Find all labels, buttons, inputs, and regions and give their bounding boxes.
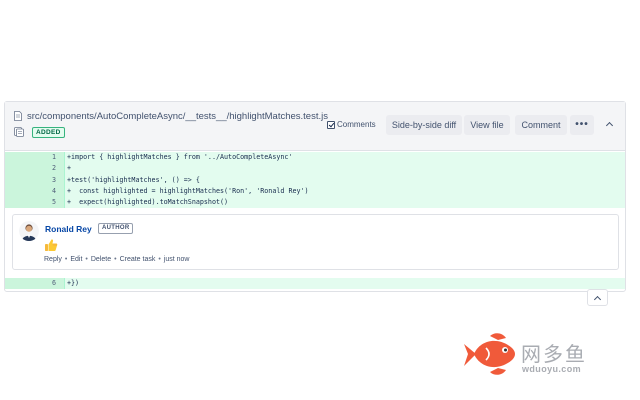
- file-type-icon: [14, 127, 24, 137]
- diff-gutter: 3: [5, 174, 65, 186]
- comments-toggle-label: Comments: [337, 120, 376, 129]
- added-status-badge: ADDED: [32, 127, 65, 138]
- diff-code: + expect(highlighted).toMatchSnapshot(): [67, 198, 229, 207]
- diff-code: +}): [67, 279, 80, 287]
- reply-link[interactable]: Reply: [44, 256, 62, 263]
- thumbs-up-icon: [45, 239, 58, 251]
- comment-timestamp[interactable]: just now: [164, 256, 190, 263]
- comment-button[interactable]: Comment: [515, 115, 567, 135]
- author-badge: AUTHOR: [98, 223, 134, 234]
- diff-line: 1 +import { highlightMatches } from '../…: [5, 152, 625, 164]
- diff-line: 3 +test('highlightMatches', () => {: [5, 174, 625, 186]
- diff-code: +test('highlightMatches', () => {: [67, 175, 200, 184]
- watermark-url: wduoyu.com: [522, 364, 582, 374]
- separator-dot: •: [158, 256, 161, 263]
- diff-line: 2 +: [5, 163, 625, 175]
- side-by-side-diff-button[interactable]: Side-by-side diff: [386, 115, 462, 135]
- comments-checkbox[interactable]: [327, 120, 335, 129]
- diff-code: +import { highlightMatches } from '../Au…: [67, 153, 293, 161]
- diff-line: 6 +}): [5, 278, 625, 290]
- delete-link[interactable]: Delete: [91, 256, 111, 263]
- diff-gutter: 4: [5, 185, 65, 198]
- fish-logo-icon: [464, 333, 515, 375]
- chevron-up-icon: [593, 295, 602, 304]
- line-number[interactable]: 4: [5, 186, 56, 197]
- diff-gutter: 5: [5, 197, 65, 209]
- watermark-title: 网多鱼: [521, 344, 587, 366]
- diff-code: +: [67, 164, 72, 173]
- avatar[interactable]: [19, 221, 39, 241]
- comments-toggle[interactable]: Comments: [327, 120, 376, 129]
- diff-gutter: 1: [5, 152, 65, 164]
- file-path[interactable]: src/components/AutoCompleteAsync/__tests…: [27, 111, 328, 122]
- line-number[interactable]: 6: [5, 278, 56, 289]
- chevron-up-icon: [605, 121, 614, 130]
- separator-dot: •: [114, 256, 117, 263]
- diff-line: 5 + expect(highlighted).toMatchSnapshot(…: [5, 197, 625, 209]
- line-number[interactable]: 5: [5, 197, 56, 208]
- line-number[interactable]: 2: [5, 163, 56, 174]
- more-actions-button[interactable]: •••: [570, 115, 594, 135]
- create-task-link[interactable]: Create task: [120, 256, 156, 263]
- diff-gutter: 2: [5, 163, 65, 175]
- separator-dot: •: [85, 256, 88, 263]
- edit-link[interactable]: Edit: [70, 256, 82, 263]
- diff-code: + const highlighted = highlightMatches('…: [67, 186, 309, 195]
- diff-gutter: 6: [5, 278, 65, 290]
- view-file-button[interactable]: View file: [464, 115, 510, 135]
- diff-line: 4 + const highlighted = highlightMatches…: [5, 185, 625, 198]
- line-number[interactable]: 3: [5, 175, 56, 186]
- comment-actions: Reply • Edit • Delete • Create task • just now: [44, 256, 190, 263]
- separator-dot: •: [64, 256, 68, 263]
- scroll-to-top-button[interactable]: [587, 289, 608, 306]
- file-icon: [14, 111, 22, 121]
- line-number[interactable]: 1: [5, 152, 56, 163]
- comment-author[interactable]: Ronald Rey: [45, 224, 92, 234]
- collapse-file-button[interactable]: [600, 115, 620, 135]
